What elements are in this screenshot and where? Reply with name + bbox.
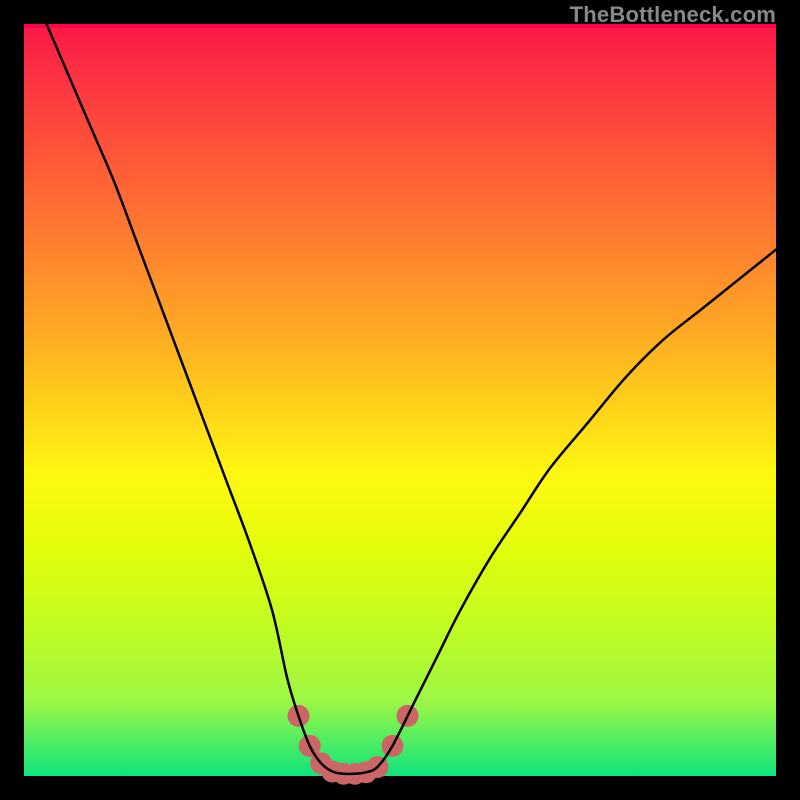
curve-layer	[24, 24, 776, 776]
bottleneck-curve	[47, 24, 776, 774]
chart-frame: TheBottleneck.com	[0, 0, 800, 800]
